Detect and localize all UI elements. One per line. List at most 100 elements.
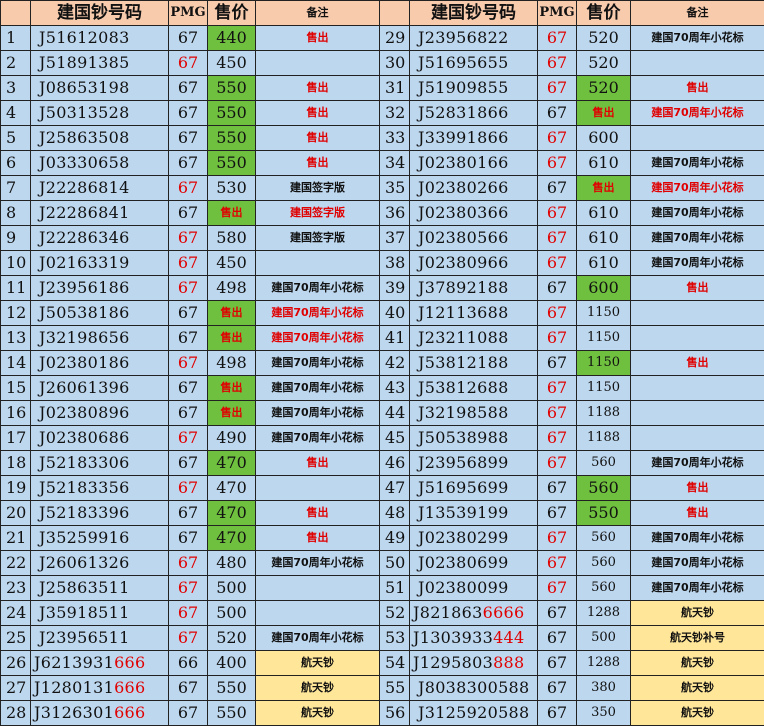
price-right: 520 <box>576 75 631 101</box>
serial-number-right: J1303933444 <box>409 625 538 651</box>
pmg-grade-left: 67 <box>168 675 208 701</box>
serial-number-right: J8218636666 <box>409 600 538 626</box>
note-right: 建国70周年小花标 <box>630 550 764 576</box>
serial-number-right: J32198588 <box>409 400 538 426</box>
pmg-grade-left: 67 <box>168 700 208 726</box>
serial-prefix: J1295803 <box>413 653 494 672</box>
serial-number-right: J02380966 <box>409 250 538 276</box>
pmg-grade-right: 67 <box>537 250 577 276</box>
row-index-right: 43 <box>379 375 410 401</box>
row-index-left: 26 <box>0 650 31 676</box>
serial-number-left: J23956186 <box>30 275 169 301</box>
row-index-left: 22 <box>0 550 31 576</box>
note-left: 售出 <box>255 75 380 101</box>
row-index-left: 15 <box>0 375 31 401</box>
serial-lucky-tail: 666 <box>114 653 146 672</box>
row-index-left: 9 <box>0 225 31 251</box>
serial-number-left: J52183396 <box>30 500 169 526</box>
row-index-left: 18 <box>0 450 31 476</box>
table-row: 18 J52183306 67 470 售出 46 J23956899 67 560 建国70周年… <box>0 450 764 476</box>
pmg-grade-left: 67 <box>168 100 208 126</box>
price-right: 1288 <box>576 650 631 676</box>
serial-number-right: J02380366 <box>409 200 538 226</box>
pmg-grade-right: 67 <box>537 200 577 226</box>
table-row: 5 J25863508 67 550 售出 33 J33991866 67 600 <box>0 125 764 151</box>
note-right <box>630 325 764 351</box>
row-index-right: 47 <box>379 475 410 501</box>
serial-number-right: J53812188 <box>409 350 538 376</box>
price-right: 610 <box>576 200 631 226</box>
row-index-left: 27 <box>0 675 31 701</box>
serial-number-left: J1280131666 <box>30 675 169 701</box>
row-index-right: 46 <box>379 450 410 476</box>
price-right: 1150 <box>576 300 631 326</box>
header-row: 建国钞号码 PMG 售价 备注 建国钞号码 PMG 售价 备注 <box>0 0 764 26</box>
serial-number-right: J51695655 <box>409 50 538 76</box>
table-row: 25 J23956511 67 520 建国70周年小花标 53 J1303933444 67… <box>0 625 764 651</box>
price-left: 500 <box>207 600 256 626</box>
price-left: 400 <box>207 650 256 676</box>
row-index-left: 11 <box>0 275 31 301</box>
note-right <box>630 300 764 326</box>
serial-number-right: J8038300588 <box>409 675 538 701</box>
price-left: 550 <box>207 675 256 701</box>
header-serial-left: 建国钞号码 <box>30 0 169 26</box>
header-grade-right: PMG <box>537 0 577 26</box>
note-left: 航天钞 <box>255 675 380 701</box>
serial-number-right: J37892188 <box>409 275 538 301</box>
pmg-grade-left: 67 <box>168 475 208 501</box>
price-right: 610 <box>576 150 631 176</box>
table-row: 9 J22286346 67 580 建国签字版 37 J02380566 67 610 建国70… <box>0 225 764 251</box>
pmg-grade-left: 67 <box>168 250 208 276</box>
serial-number-left: J02163319 <box>30 250 169 276</box>
pmg-grade-left: 67 <box>168 125 208 151</box>
price-right: 560 <box>576 575 631 601</box>
serial-number-right: J23956822 <box>409 25 538 51</box>
serial-number-right: J12113688 <box>409 300 538 326</box>
price-left: 售出 <box>207 325 256 351</box>
note-left: 售出 <box>255 25 380 51</box>
note-right <box>630 400 764 426</box>
price-right: 520 <box>576 25 631 51</box>
note-right: 售出 <box>630 475 764 501</box>
row-index-left: 12 <box>0 300 31 326</box>
header-price-right: 售价 <box>576 0 631 26</box>
row-index-right: 38 <box>379 250 410 276</box>
price-left: 550 <box>207 100 256 126</box>
price-right: 560 <box>576 475 631 501</box>
note-left: 建国签字版 <box>255 200 380 226</box>
row-index-right: 40 <box>379 300 410 326</box>
note-right: 售出 <box>630 500 764 526</box>
price-right: 600 <box>576 125 631 151</box>
note-right: 建国70周年小花标 <box>630 250 764 276</box>
serial-number-left: J3126301666 <box>30 700 169 726</box>
serial-number-right: J02380299 <box>409 525 538 551</box>
table-row: 20 J52183396 67 470 售出 48 J13539199 67 550 售出 <box>0 500 764 526</box>
pmg-grade-right: 67 <box>537 50 577 76</box>
table-row: 19 J52183356 67 470 47 J51695699 67 560 售出 <box>0 475 764 501</box>
pmg-grade-left: 67 <box>168 375 208 401</box>
price-right: 560 <box>576 450 631 476</box>
table-row: 14 J02380186 67 498 建国70周年小花标 42 J53812188 67 11… <box>0 350 764 376</box>
price-right: 1188 <box>576 400 631 426</box>
serial-number-right: J51695699 <box>409 475 538 501</box>
pmg-grade-left: 67 <box>168 400 208 426</box>
pmg-grade-left: 67 <box>168 175 208 201</box>
row-index-left: 8 <box>0 200 31 226</box>
row-index-left: 16 <box>0 400 31 426</box>
row-index-left: 2 <box>0 50 31 76</box>
table-row: 12 J50538186 67 售出 建国70周年小花标 40 J12113688 67 115… <box>0 300 764 326</box>
row-index-left: 5 <box>0 125 31 151</box>
note-left: 售出 <box>255 100 380 126</box>
pmg-grade-right: 67 <box>537 425 577 451</box>
pmg-grade-left: 67 <box>168 150 208 176</box>
serial-number-right: J02380699 <box>409 550 538 576</box>
pmg-grade-right: 67 <box>537 300 577 326</box>
pmg-grade-right: 67 <box>537 175 577 201</box>
serial-number-right: J02380566 <box>409 225 538 251</box>
row-index-right: 29 <box>379 25 410 51</box>
table-row: 4 J50313528 67 550 售出 32 J52831866 67 售出 建国70周年小花… <box>0 100 764 126</box>
price-right: 380 <box>576 675 631 701</box>
price-left: 550 <box>207 150 256 176</box>
note-right: 建国70周年小花标 <box>630 200 764 226</box>
